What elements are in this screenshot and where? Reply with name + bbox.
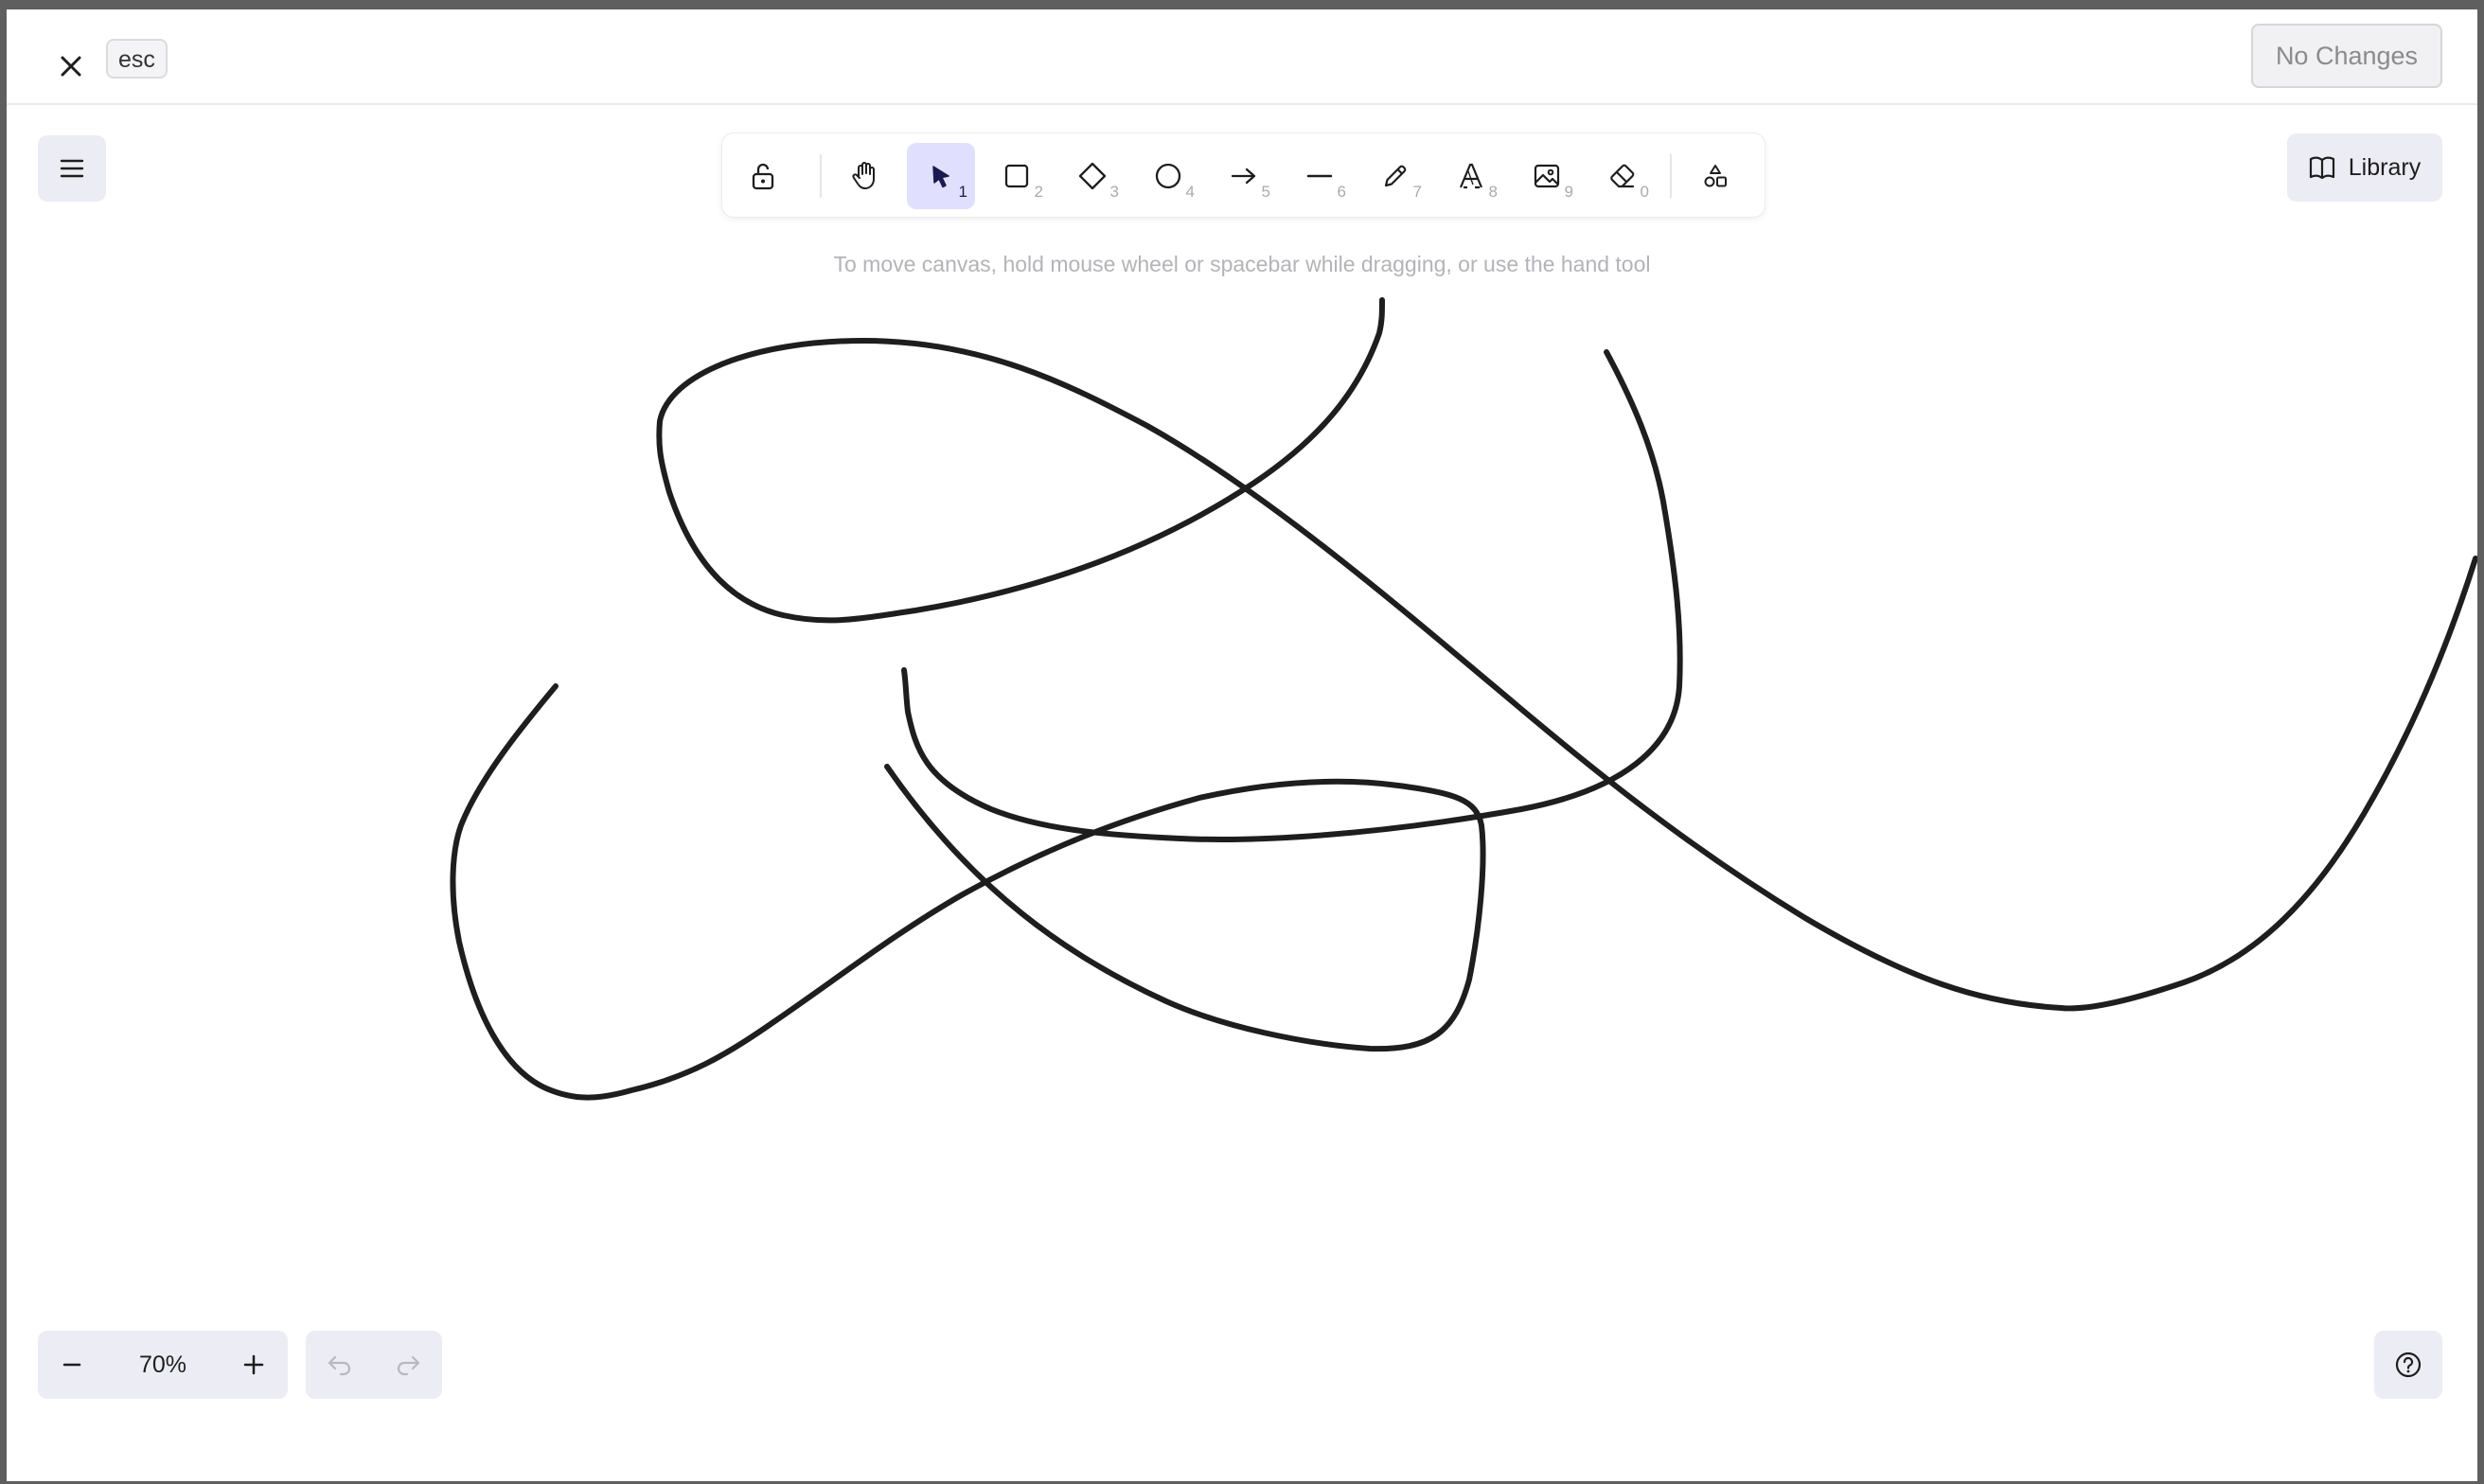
- zoom-level-reset[interactable]: 70%: [106, 1331, 220, 1399]
- minus-icon: [62, 1363, 81, 1367]
- freehand-stroke[interactable]: [450, 683, 1486, 1101]
- help-icon: [2395, 1352, 2422, 1378]
- zoom-in-button[interactable]: [220, 1331, 288, 1399]
- plus-icon: [243, 1354, 264, 1375]
- zoom-controls: 70%: [38, 1331, 288, 1399]
- excalidraw-window: esc No Changes 1 2 3 4 5 6 7 8 9 0 Libra…: [7, 9, 2477, 1481]
- undo-icon: [328, 1355, 351, 1376]
- redo-icon: [397, 1355, 420, 1376]
- undo-button[interactable]: [306, 1331, 374, 1399]
- history-controls: [306, 1331, 442, 1399]
- freehand-stroke[interactable]: [656, 297, 2477, 1012]
- zoom-out-button[interactable]: [38, 1331, 106, 1399]
- drawing-canvas[interactable]: [7, 9, 2477, 1481]
- freehand-stroke[interactable]: [901, 349, 1683, 842]
- help-button[interactable]: [2374, 1331, 2442, 1399]
- redo-button[interactable]: [374, 1331, 442, 1399]
